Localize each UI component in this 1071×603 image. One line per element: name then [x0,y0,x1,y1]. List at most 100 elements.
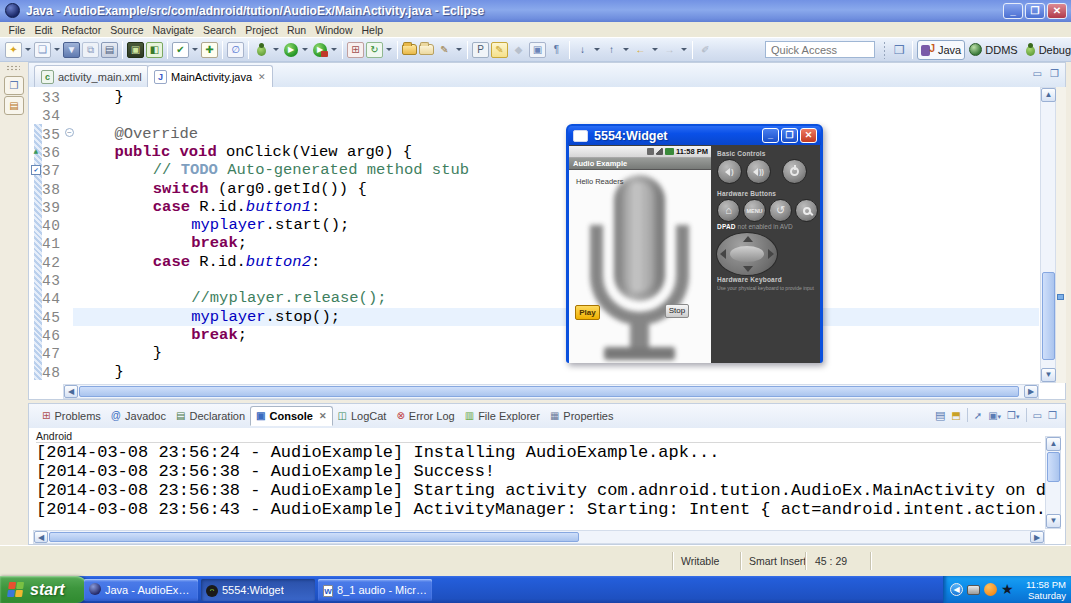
dpad-control[interactable] [716,232,778,276]
view-tab-properties[interactable]: ▦Properties [545,407,619,425]
save-all-icon[interactable]: ⧉ [82,42,99,58]
menu-source[interactable]: Source [106,24,148,36]
tray-avg-icon[interactable] [984,583,997,596]
open-wizard-icon[interactable]: ❏ [34,42,51,58]
new-java-element-icon[interactable]: ✚ [201,42,218,58]
power-button[interactable] [782,159,807,184]
brush-icon[interactable]: ✎ [436,42,453,58]
view-tab-error-log[interactable]: ⊗Error Log [391,407,459,425]
taskbar-task-word[interactable]: W8_1 audio - Microsof... [318,579,432,601]
console-output[interactable]: [2014-03-08 23:56:24 - AudioExample] Ins… [36,443,1046,529]
menu-window[interactable]: Window [311,24,357,36]
lint-icon[interactable]: ✔ [172,42,189,58]
play-button[interactable]: Play [575,305,600,320]
android-sdk-icon[interactable]: ▣ [127,42,144,58]
view-tab-declaration[interactable]: ▤Declaration [171,407,250,425]
perspective-debug[interactable]: Debug [1022,41,1071,59]
editor-horizontal-scrollbar[interactable]: ◀ ▶ [63,384,1039,399]
menu-project[interactable]: Project [241,24,283,36]
view-tab-logcat[interactable]: ◫LogCat [333,407,392,425]
menu-navigate[interactable]: Navigate [148,24,198,36]
web-service-icon[interactable]: P [472,42,489,58]
menu-help[interactable]: Help [357,24,388,36]
search-button[interactable] [795,199,818,222]
maximize-view-icon[interactable]: ❐ [1050,68,1059,79]
display-console-icon[interactable]: ▣▾ [988,410,1001,421]
pin-console-icon[interactable]: ➚ [974,410,982,421]
emulator-titlebar[interactable]: 5554:Widget _ ❐ ✕ [568,126,821,145]
import-folder-icon[interactable] [402,44,417,55]
open-folder-icon[interactable] [419,44,434,55]
view-tab-close-icon[interactable]: ✕ [319,411,327,421]
editor-tab-activity_main-xml[interactable]: cactivity_main.xml [34,65,149,87]
clear-console-icon[interactable]: ▤ [935,409,945,422]
coverage-icon[interactable]: ⊞ [347,42,364,58]
editor-tab-MainActivity-java[interactable]: JMainActivity.java✕ [147,65,273,87]
stop-button[interactable]: Stop [665,304,689,318]
tray-chevron-icon[interactable]: ◀ [950,583,963,596]
scroll-lock-icon[interactable]: ⬒ [951,410,960,421]
emulator-maximize-button[interactable]: ❐ [781,128,798,143]
run-external-icon[interactable]: ▶ [311,42,328,58]
close-button[interactable]: ✕ [1047,3,1067,19]
mark-occurrences-icon[interactable]: ✎ [491,42,508,58]
view-tab-problems[interactable]: ⊞Problems [37,407,106,425]
perspective-ddms[interactable]: DDMS [966,41,1020,58]
emulator-close-button[interactable]: ✕ [800,128,817,143]
view-tab-javadoc[interactable]: @Javadoc [106,407,171,425]
fold-collapse-icon[interactable]: − [65,128,74,137]
debug-icon[interactable] [253,42,270,58]
skip-breakpoints-icon[interactable]: ∅ [227,42,244,58]
restore-view-button[interactable]: ❐ [4,76,24,95]
menu-file[interactable]: File [4,24,30,36]
print-icon[interactable]: ▤ [101,42,118,58]
avd-manager-icon[interactable]: ◧ [146,42,163,58]
package-explorer-button[interactable]: ▤ [4,96,24,115]
tab-close-icon[interactable]: ✕ [258,72,266,82]
next-annotation-icon[interactable]: ↓ [574,42,591,58]
minimize-console-icon[interactable]: ▭ [1033,410,1042,421]
line-number: 36 [42,144,60,162]
view-tab-console[interactable]: ▣Console✕ [250,406,332,426]
minimize-view-icon[interactable]: ▭ [1033,68,1042,79]
prev-annotation-icon[interactable]: ↑ [603,42,620,58]
new-wizard-icon[interactable]: ✦ [5,42,22,58]
restore-button[interactable]: ❐ [1025,3,1045,19]
editor-vertical-scrollbar[interactable]: ▲ ▼ [1040,87,1056,383]
menu-search[interactable]: Search [198,24,240,36]
home-button[interactable]: ⌂ [717,199,740,222]
save-icon[interactable]: ▼ [63,42,80,58]
emulator-minimize-button[interactable]: _ [762,128,779,143]
rail-drag-handle[interactable] [6,65,20,71]
start-button[interactable]: start [0,576,88,603]
volume-up-button[interactable]: )) [746,159,771,184]
console-vertical-scrollbar[interactable]: ▲ ▼ [1045,436,1061,529]
show-source-icon[interactable]: ▣ [529,42,546,58]
gc-icon[interactable]: ↻ [366,42,383,58]
quick-access-input[interactable] [765,41,875,58]
taskbar-task-eclipse[interactable]: Java - AudioExampl... [84,579,198,601]
taskbar-task-android[interactable]: ᴖ5554:Widget [201,579,315,601]
open-console-icon[interactable]: ❒▾ [1007,410,1019,421]
maximize-console-icon[interactable]: ❐ [1048,410,1057,421]
view-tab-file-explorer[interactable]: ▥File Explorer [460,407,545,425]
show-whitespace-icon[interactable]: ¶ [548,42,565,58]
volume-down-button[interactable]: ) [717,159,742,184]
back-button[interactable]: ↺ [769,199,792,222]
console-horizontal-scrollbar[interactable]: ◀ ▶ [33,530,1045,544]
tray-printer-icon[interactable] [967,585,980,595]
last-edit-icon[interactable]: ✐ [697,42,714,58]
perspective-java[interactable]: Java [917,40,965,60]
menu-button[interactable]: MENU [743,199,766,222]
externalize-icon[interactable]: ◆ [510,42,527,58]
code-editor[interactable]: 33}3435−@Override36▲public void onClick(… [29,87,1039,383]
back-icon[interactable]: ← [632,42,649,58]
run-icon[interactable]: ▶ [282,42,299,58]
forward-icon[interactable]: → [661,42,678,58]
minimize-button[interactable]: _ [1003,3,1023,19]
open-perspective-icon[interactable]: ❒ [891,42,908,58]
menu-run[interactable]: Run [282,24,310,36]
menu-edit[interactable]: Edit [30,24,57,36]
tray-star-icon[interactable]: ★ [1001,583,1014,596]
menu-refactor[interactable]: Refactor [57,24,106,36]
